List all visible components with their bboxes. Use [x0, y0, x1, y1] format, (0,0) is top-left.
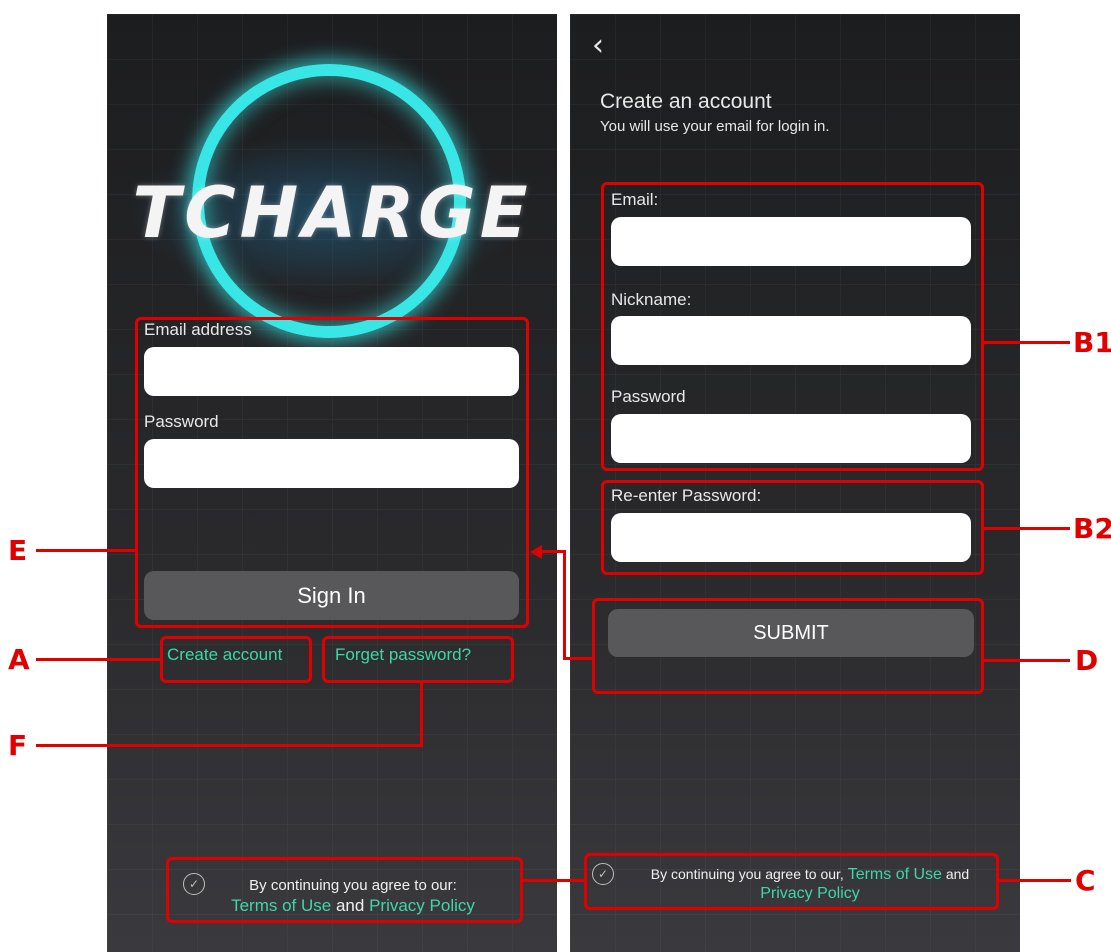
annotation-line-d — [984, 659, 1070, 662]
annotation-box-c-right — [584, 853, 999, 910]
annotation-label-b1: B1 — [1073, 326, 1111, 359]
annotation-line-b1 — [984, 341, 1070, 344]
annotation-line-f-vertical — [420, 682, 423, 747]
annotation-label-e: E — [8, 534, 28, 567]
annotation-line-f — [36, 744, 423, 747]
annotation-line-c — [999, 879, 1071, 882]
annotation-box-c-left — [166, 857, 523, 923]
annotation-label-d: D — [1075, 644, 1099, 677]
annotation-connector-c — [523, 879, 585, 882]
annotation-box-e — [135, 317, 529, 628]
page-subtitle: You will use your email for login in. — [600, 118, 830, 135]
annotation-connector-d-top — [540, 550, 566, 553]
annotation-box-b2 — [601, 480, 984, 575]
arrowhead-icon — [530, 545, 542, 559]
app-logo: TCHARGE — [132, 172, 532, 254]
annotation-line-e — [36, 549, 136, 552]
annotation-line-a — [36, 658, 161, 661]
annotation-connector-d-vertical — [563, 550, 566, 660]
annotation-connector-d-horizontal — [563, 657, 593, 660]
annotation-label-f: F — [8, 729, 28, 762]
chevron-left-icon[interactable]: ‹ — [592, 28, 604, 63]
page-title: Create an account — [600, 90, 772, 113]
annotation-box-a — [160, 636, 312, 683]
annotation-box-d — [592, 598, 984, 694]
annotation-label-a: A — [8, 643, 30, 676]
annotation-label-b2: B2 — [1073, 512, 1111, 545]
annotation-box-b1 — [601, 182, 984, 471]
annotation-line-b2 — [984, 527, 1070, 530]
annotation-label-c: C — [1075, 864, 1096, 897]
annotation-box-f — [322, 636, 514, 683]
